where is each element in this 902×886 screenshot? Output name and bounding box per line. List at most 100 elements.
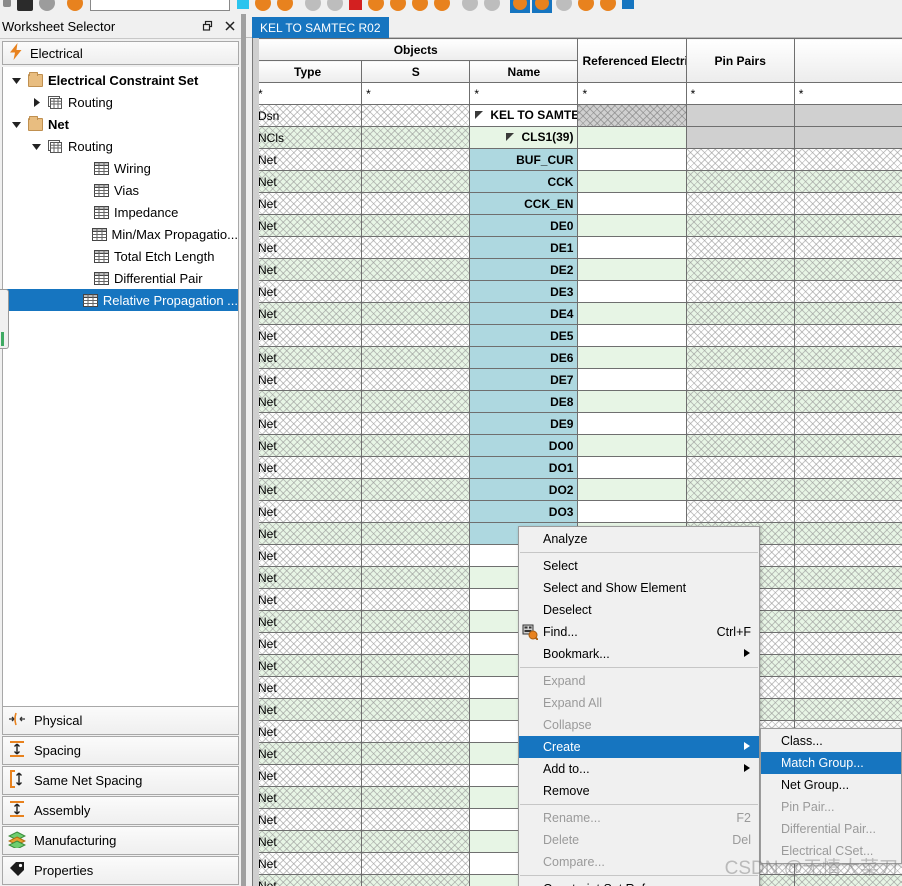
cell-s[interactable] bbox=[361, 434, 471, 457]
cell-s[interactable] bbox=[361, 698, 471, 721]
table-row[interactable]: Net BUF_CUR bbox=[253, 148, 902, 171]
filter-s[interactable]: * bbox=[361, 82, 471, 105]
cell-pin-pairs[interactable] bbox=[685, 456, 795, 479]
cell-pin-pairs[interactable] bbox=[685, 500, 795, 523]
cell-referenced-cset[interactable] bbox=[577, 368, 687, 391]
worksheet-tree[interactable]: Electrical Constraint Set Routing Net Routi… bbox=[2, 67, 239, 732]
tab-kel-to-samtec-r02[interactable]: KEL TO SAMTEC R02 bbox=[252, 17, 389, 38]
cell-extra[interactable] bbox=[793, 390, 902, 413]
cell-type[interactable]: Net bbox=[253, 434, 363, 457]
cell-s[interactable] bbox=[361, 808, 471, 831]
table-row[interactable]: Dsn KEL TO SAMTEC R02 bbox=[253, 104, 902, 127]
cell-type[interactable]: Net bbox=[253, 786, 363, 809]
tree-item-total-etch-length[interactable]: Total Etch Length bbox=[3, 245, 238, 267]
cell-extra[interactable] bbox=[793, 280, 902, 303]
submenu-item-match-group[interactable]: Match Group... bbox=[761, 752, 901, 774]
cell-pin-pairs[interactable] bbox=[685, 214, 795, 237]
cell-type[interactable]: Net bbox=[253, 368, 363, 391]
circle-orange-icon-4[interactable] bbox=[368, 0, 384, 11]
cell-referenced-cset[interactable] bbox=[577, 390, 687, 413]
category-button-assembly[interactable]: Assembly bbox=[2, 796, 239, 825]
chevron-down-icon[interactable] bbox=[11, 75, 22, 86]
cell-type[interactable]: Net bbox=[253, 632, 363, 655]
cell-type[interactable]: Net bbox=[253, 676, 363, 699]
header-referenced-electrical-cset[interactable]: Referenced Electrical CSet bbox=[577, 38, 687, 83]
cell-s[interactable] bbox=[361, 676, 471, 699]
table-row[interactable]: Net DO0 bbox=[253, 434, 902, 457]
tool-icon-1[interactable] bbox=[3, 0, 11, 7]
menu-item-select-and-show-element[interactable]: Select and Show Element bbox=[519, 577, 759, 599]
menu-item-bookmark[interactable]: Bookmark... bbox=[519, 643, 759, 665]
tree-twisty[interactable] bbox=[29, 97, 43, 108]
cell-extra[interactable] bbox=[793, 412, 902, 435]
tree-item-net[interactable]: Net bbox=[3, 113, 238, 135]
cell-s[interactable] bbox=[361, 786, 471, 809]
cell-type[interactable]: Net bbox=[253, 654, 363, 677]
tree-item-wiring[interactable]: Wiring bbox=[3, 157, 238, 179]
cell-extra[interactable] bbox=[793, 236, 902, 259]
table-row[interactable]: Net DE7 bbox=[253, 368, 902, 391]
electrical-section-header[interactable]: Electrical bbox=[2, 41, 239, 65]
cell-extra[interactable] bbox=[793, 610, 902, 633]
cell-name[interactable]: DE5 bbox=[469, 324, 579, 347]
header-s[interactable]: S bbox=[361, 60, 471, 83]
tree-item-impedance[interactable]: Impedance bbox=[3, 201, 238, 223]
tree-twisty[interactable] bbox=[9, 119, 23, 130]
header-type[interactable]: Type bbox=[253, 60, 363, 83]
tree-item-differential-pair[interactable]: Differential Pair bbox=[3, 267, 238, 289]
cell-referenced-cset[interactable] bbox=[577, 280, 687, 303]
cell-referenced-cset[interactable] bbox=[577, 434, 687, 457]
filter-type[interactable]: * bbox=[253, 82, 363, 105]
cell-s[interactable] bbox=[361, 500, 471, 523]
table-row[interactable]: Net DE3 bbox=[253, 280, 902, 303]
cell-referenced-cset[interactable] bbox=[577, 324, 687, 347]
cell-name[interactable]: DE3 bbox=[469, 280, 579, 303]
table-row[interactable]: Net CCK bbox=[253, 170, 902, 193]
cell-referenced-cset[interactable] bbox=[577, 236, 687, 259]
cell-s[interactable] bbox=[361, 126, 471, 149]
cell-extra[interactable] bbox=[793, 544, 902, 567]
cell-pin-pairs[interactable] bbox=[685, 478, 795, 501]
menu-item-select[interactable]: Select bbox=[519, 555, 759, 577]
collapsed-panel-tab[interactable] bbox=[0, 289, 9, 349]
cell-referenced-cset[interactable] bbox=[577, 126, 687, 149]
category-button-physical[interactable]: Physical bbox=[2, 706, 239, 735]
cell-type[interactable]: Net bbox=[253, 324, 363, 347]
triangle-red-icon[interactable] bbox=[349, 0, 362, 10]
cell-pin-pairs[interactable] bbox=[685, 302, 795, 325]
cell-type[interactable]: Net bbox=[253, 522, 363, 545]
cell-pin-pairs[interactable] bbox=[685, 368, 795, 391]
circle-orange-icon-6[interactable] bbox=[412, 0, 428, 11]
table-row[interactable]: Net DE6 bbox=[253, 346, 902, 369]
cell-name[interactable]: DE4 bbox=[469, 302, 579, 325]
camera-icon[interactable] bbox=[17, 0, 33, 11]
cell-referenced-cset[interactable] bbox=[577, 478, 687, 501]
restore-icon[interactable] bbox=[197, 16, 219, 36]
cell-referenced-cset[interactable] bbox=[577, 346, 687, 369]
cell-s[interactable] bbox=[361, 258, 471, 281]
cell-s[interactable] bbox=[361, 412, 471, 435]
cell-s[interactable] bbox=[361, 588, 471, 611]
chevron-down-icon[interactable] bbox=[31, 141, 42, 152]
cell-extra[interactable] bbox=[793, 632, 902, 655]
cell-type[interactable]: Net bbox=[253, 720, 363, 743]
cell-pin-pairs[interactable] bbox=[685, 104, 795, 127]
cell-pin-pairs[interactable] bbox=[685, 170, 795, 193]
cell-s[interactable] bbox=[361, 610, 471, 633]
circle-orange-icon-2[interactable] bbox=[255, 0, 271, 11]
cell-s[interactable] bbox=[361, 522, 471, 545]
cell-type[interactable]: Net bbox=[253, 346, 363, 369]
cell-type[interactable]: Net bbox=[253, 456, 363, 479]
cell-extra[interactable] bbox=[793, 346, 902, 369]
cell-pin-pairs[interactable] bbox=[685, 126, 795, 149]
cell-type[interactable]: Net bbox=[253, 874, 363, 886]
cell-name[interactable]: DE9 bbox=[469, 412, 579, 435]
cell-pin-pairs[interactable] bbox=[685, 390, 795, 413]
cell-s[interactable] bbox=[361, 368, 471, 391]
tree-twisty[interactable] bbox=[9, 75, 23, 86]
cell-s[interactable] bbox=[361, 720, 471, 743]
circle-gray-icon-5[interactable] bbox=[484, 0, 500, 11]
cell-s[interactable] bbox=[361, 302, 471, 325]
cell-s[interactable] bbox=[361, 346, 471, 369]
active-toolbar-button-1[interactable] bbox=[510, 0, 530, 13]
